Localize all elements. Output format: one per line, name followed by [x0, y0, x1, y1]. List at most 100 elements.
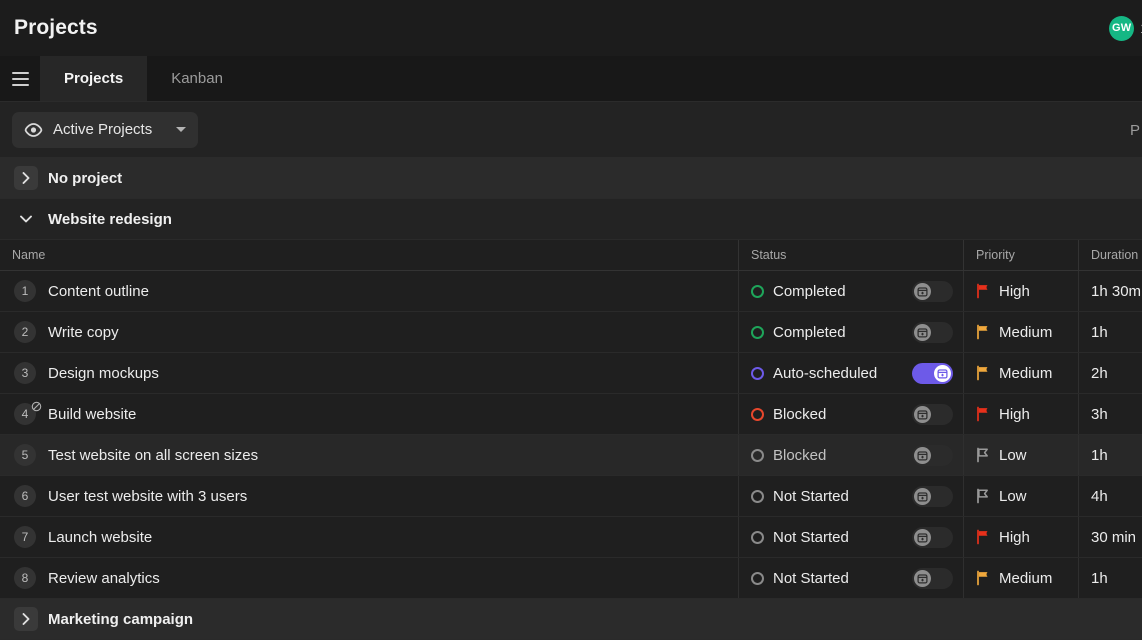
filter-bar-right-label: P [1130, 121, 1141, 139]
auto-schedule-toggle[interactable] [912, 526, 953, 548]
task-priority-cell[interactable]: Medium [963, 353, 1078, 393]
task-priority-cell[interactable]: High [963, 517, 1078, 557]
auto-schedule-toggle[interactable] [912, 567, 953, 589]
status-label: Auto-scheduled [773, 364, 878, 382]
auto-schedule-toggle[interactable] [912, 403, 953, 425]
table-row[interactable]: 8 Review analytics Not Started Medium 1h [0, 558, 1142, 599]
task-name-cell[interactable]: 5 Test website on all screen sizes [0, 435, 738, 475]
task-name-cell[interactable]: 1 Content outline [0, 271, 738, 311]
tab-projects[interactable]: Projects [40, 56, 148, 101]
table-row[interactable]: 1 Content outline Completed High 1h 30m [0, 271, 1142, 312]
task-number-badge: 1 [14, 280, 36, 302]
status-ring-icon [751, 284, 764, 298]
filter-bar: Active Projects P [0, 102, 1142, 158]
auto-schedule-toggle[interactable] [912, 485, 953, 507]
task-duration-cell[interactable]: 2h [1078, 353, 1142, 393]
task-number-badge: 4 [14, 401, 42, 425]
duration-label: 1h [1091, 446, 1108, 464]
column-header-duration[interactable]: Duration [1078, 240, 1142, 270]
priority-label: High [999, 282, 1030, 300]
flag-icon [977, 529, 988, 545]
status-label: Not Started [773, 487, 849, 505]
task-status-cell[interactable]: Completed [738, 271, 963, 311]
status-label: Not Started [773, 569, 849, 587]
auto-schedule-toggle[interactable] [912, 444, 953, 466]
task-priority-cell[interactable]: High [963, 271, 1078, 311]
task-name-cell[interactable]: 8 Review analytics [0, 558, 738, 598]
flag-icon [977, 447, 988, 463]
task-name-cell[interactable]: 4 Build website [0, 394, 738, 434]
task-priority-cell[interactable]: Medium [963, 558, 1078, 598]
task-number: 2 [14, 321, 36, 343]
priority-label: Low [999, 446, 1027, 464]
group-row-no-project[interactable]: No project [0, 158, 1142, 199]
priority-label: Medium [999, 569, 1053, 587]
task-duration-cell[interactable]: 1h [1078, 558, 1142, 598]
task-priority-cell[interactable]: Low [963, 476, 1078, 516]
column-header-status[interactable]: Status [738, 240, 963, 270]
duration-label: 3h [1091, 405, 1108, 423]
task-name-cell[interactable]: 6 User test website with 3 users [0, 476, 738, 516]
filter-bar-right-action[interactable]: P [1130, 102, 1142, 158]
table-row[interactable]: 7 Launch website Not Started High 30 min [0, 517, 1142, 558]
task-duration-cell[interactable]: 1h [1078, 435, 1142, 475]
duration-label: 30 min [1091, 528, 1137, 546]
task-duration-cell[interactable]: 1h [1078, 312, 1142, 352]
task-number: 8 [14, 567, 36, 589]
task-status-cell[interactable]: Not Started [738, 558, 963, 598]
auto-schedule-toggle[interactable] [912, 321, 953, 343]
priority-label: Medium [999, 364, 1053, 382]
table-row[interactable]: 4 Build website Blocked High 3h [0, 394, 1142, 435]
calendar-icon [914, 569, 931, 587]
auto-schedule-toggle[interactable] [912, 362, 953, 384]
task-duration-cell[interactable]: 30 min [1078, 517, 1142, 557]
task-priority-cell[interactable]: Low [963, 435, 1078, 475]
task-status-cell[interactable]: Not Started [738, 517, 963, 557]
task-name-cell[interactable]: 3 Design mockups [0, 353, 738, 393]
status-label: Not Started [773, 528, 849, 546]
calendar-icon [914, 405, 931, 423]
flag-icon [977, 365, 988, 381]
task-name-cell[interactable]: 2 Write copy [0, 312, 738, 352]
table-header-row: Name Status Priority Duration [0, 240, 1142, 271]
calendar-icon [914, 487, 931, 505]
view-filter-label: Active Projects [53, 121, 153, 138]
tab-kanban[interactable]: Kanban [147, 56, 247, 101]
table-row[interactable]: 3 Design mockups Auto-scheduled Medium 2h [0, 353, 1142, 394]
task-status-cell[interactable]: Completed [738, 312, 963, 352]
task-title: Design mockups [48, 364, 159, 382]
task-number: 7 [14, 526, 36, 548]
column-header-name[interactable]: Name [0, 240, 738, 270]
chevron-down-icon [14, 207, 38, 231]
task-status-cell[interactable]: Not Started [738, 476, 963, 516]
table-row[interactable]: 6 User test website with 3 users Not Start… [0, 476, 1142, 517]
table-row[interactable]: 2 Write copy Completed Medium 1h [0, 312, 1142, 353]
auto-schedule-toggle[interactable] [912, 280, 953, 302]
task-priority-cell[interactable]: High [963, 394, 1078, 434]
task-duration-cell[interactable]: 1h 30m [1078, 271, 1142, 311]
task-duration-cell[interactable]: 4h [1078, 476, 1142, 516]
view-filter-dropdown[interactable]: Active Projects [12, 111, 199, 148]
duration-label: 2h [1091, 364, 1108, 382]
task-duration-cell[interactable]: 3h [1078, 394, 1142, 434]
column-header-priority[interactable]: Priority [963, 240, 1078, 270]
task-number-badge: 5 [14, 444, 36, 466]
table-row[interactable]: 5 Test website on all screen sizes Blocked… [0, 435, 1142, 476]
hamburger-menu-icon[interactable] [0, 56, 40, 101]
task-status-cell[interactable]: Auto-scheduled [738, 353, 963, 393]
task-status-cell[interactable]: Blocked [738, 435, 963, 475]
group-name: Website redesign [48, 210, 172, 228]
group-row-marketing-campaign[interactable]: Marketing campaign [0, 599, 1142, 640]
task-title: Launch website [48, 528, 153, 546]
task-status-cell[interactable]: Blocked [738, 394, 963, 434]
status-label: Blocked [773, 405, 827, 423]
calendar-icon [914, 528, 931, 546]
calendar-icon [914, 446, 931, 464]
avatar[interactable]: GW [1109, 15, 1135, 41]
task-priority-cell[interactable]: Medium [963, 312, 1078, 352]
task-number-badge: 2 [14, 321, 36, 343]
task-title: Test website on all screen sizes [48, 446, 259, 464]
task-name-cell[interactable]: 7 Launch website [0, 517, 738, 557]
chevron-down-icon [176, 127, 187, 132]
group-row-website-redesign[interactable]: Website redesign [0, 199, 1142, 240]
